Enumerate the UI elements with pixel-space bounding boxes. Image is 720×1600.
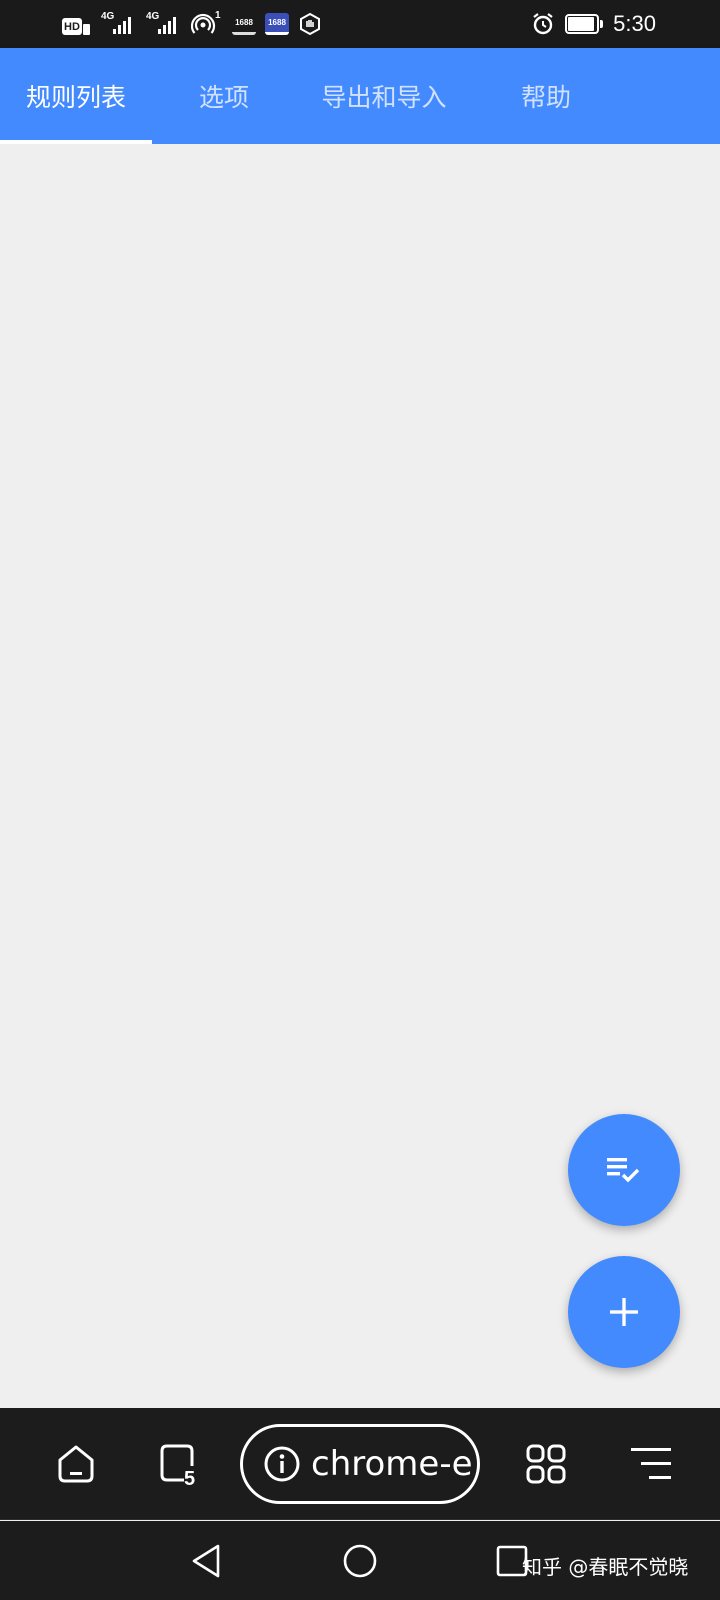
- status-icons-left: HD 4G 4G 1 1688 1688: [62, 10, 322, 38]
- tab-label: 选项: [198, 83, 249, 112]
- tabs-button[interactable]: 5: [140, 1408, 220, 1520]
- hd-voice-icon: HD: [62, 13, 92, 35]
- menu-button[interactable]: [612, 1408, 692, 1520]
- status-icons-right: 5:30: [531, 8, 656, 40]
- back-icon: [192, 1544, 220, 1577]
- app-badge-label-2: 1688: [268, 18, 286, 27]
- apps-button[interactable]: [506, 1408, 586, 1520]
- tab-label: 帮助: [520, 83, 571, 112]
- home-button[interactable]: [40, 1408, 112, 1520]
- url-text: chrome-e: [311, 1444, 473, 1484]
- tabs-icon: [160, 1444, 194, 1482]
- status-bar: HD 4G 4G 1 1688 1688 5:30: [0, 0, 720, 48]
- home-circle-icon: [343, 1544, 377, 1577]
- tab-help[interactable]: 帮助: [472, 48, 620, 144]
- tab-rule-list[interactable]: 规则列表: [0, 48, 152, 144]
- signal-4g-icon: 4G: [146, 12, 182, 36]
- app-1688-icon: 1688: [232, 13, 256, 35]
- tab-bar: 规则列表 选项 导出和导入 帮助: [0, 48, 720, 144]
- apps-grid-icon: [526, 1444, 566, 1484]
- browser-toolbar: 5 chrome-e: [0, 1408, 720, 1520]
- batch-select-button[interactable]: [568, 1114, 680, 1226]
- hotspot-count: 1: [215, 10, 221, 21]
- menu-icon: [631, 1448, 671, 1479]
- hd-label: HD: [62, 18, 82, 35]
- tab-count: 5: [184, 1468, 196, 1490]
- alarm-icon: [531, 12, 555, 36]
- battery-icon: [565, 14, 604, 34]
- home-icon: [58, 1445, 94, 1483]
- add-rule-button[interactable]: [568, 1256, 680, 1368]
- playlist-check-icon: [607, 1158, 640, 1183]
- hand-shield-icon: [298, 12, 322, 36]
- info-icon: [264, 1446, 300, 1482]
- address-bar[interactable]: chrome-e: [240, 1424, 480, 1504]
- tab-options[interactable]: 选项: [152, 48, 296, 144]
- tab-label: 导出和导入: [321, 83, 447, 112]
- app-badge-label-1: 1688: [235, 18, 253, 27]
- plus-icon: [610, 1298, 638, 1326]
- home-nav-button[interactable]: [330, 1521, 390, 1600]
- status-time: 5:30: [613, 11, 656, 36]
- signal-4g-icon: 4G: [101, 12, 137, 36]
- tab-export-import[interactable]: 导出和导入: [296, 48, 472, 144]
- watermark-text: 知乎 @春眠不觉晓: [522, 1555, 689, 1579]
- app-1688-icon: 1688: [265, 13, 289, 35]
- back-button[interactable]: [176, 1521, 236, 1600]
- tab-label: 规则列表: [25, 83, 126, 112]
- hotspot-icon: 1: [190, 10, 223, 36]
